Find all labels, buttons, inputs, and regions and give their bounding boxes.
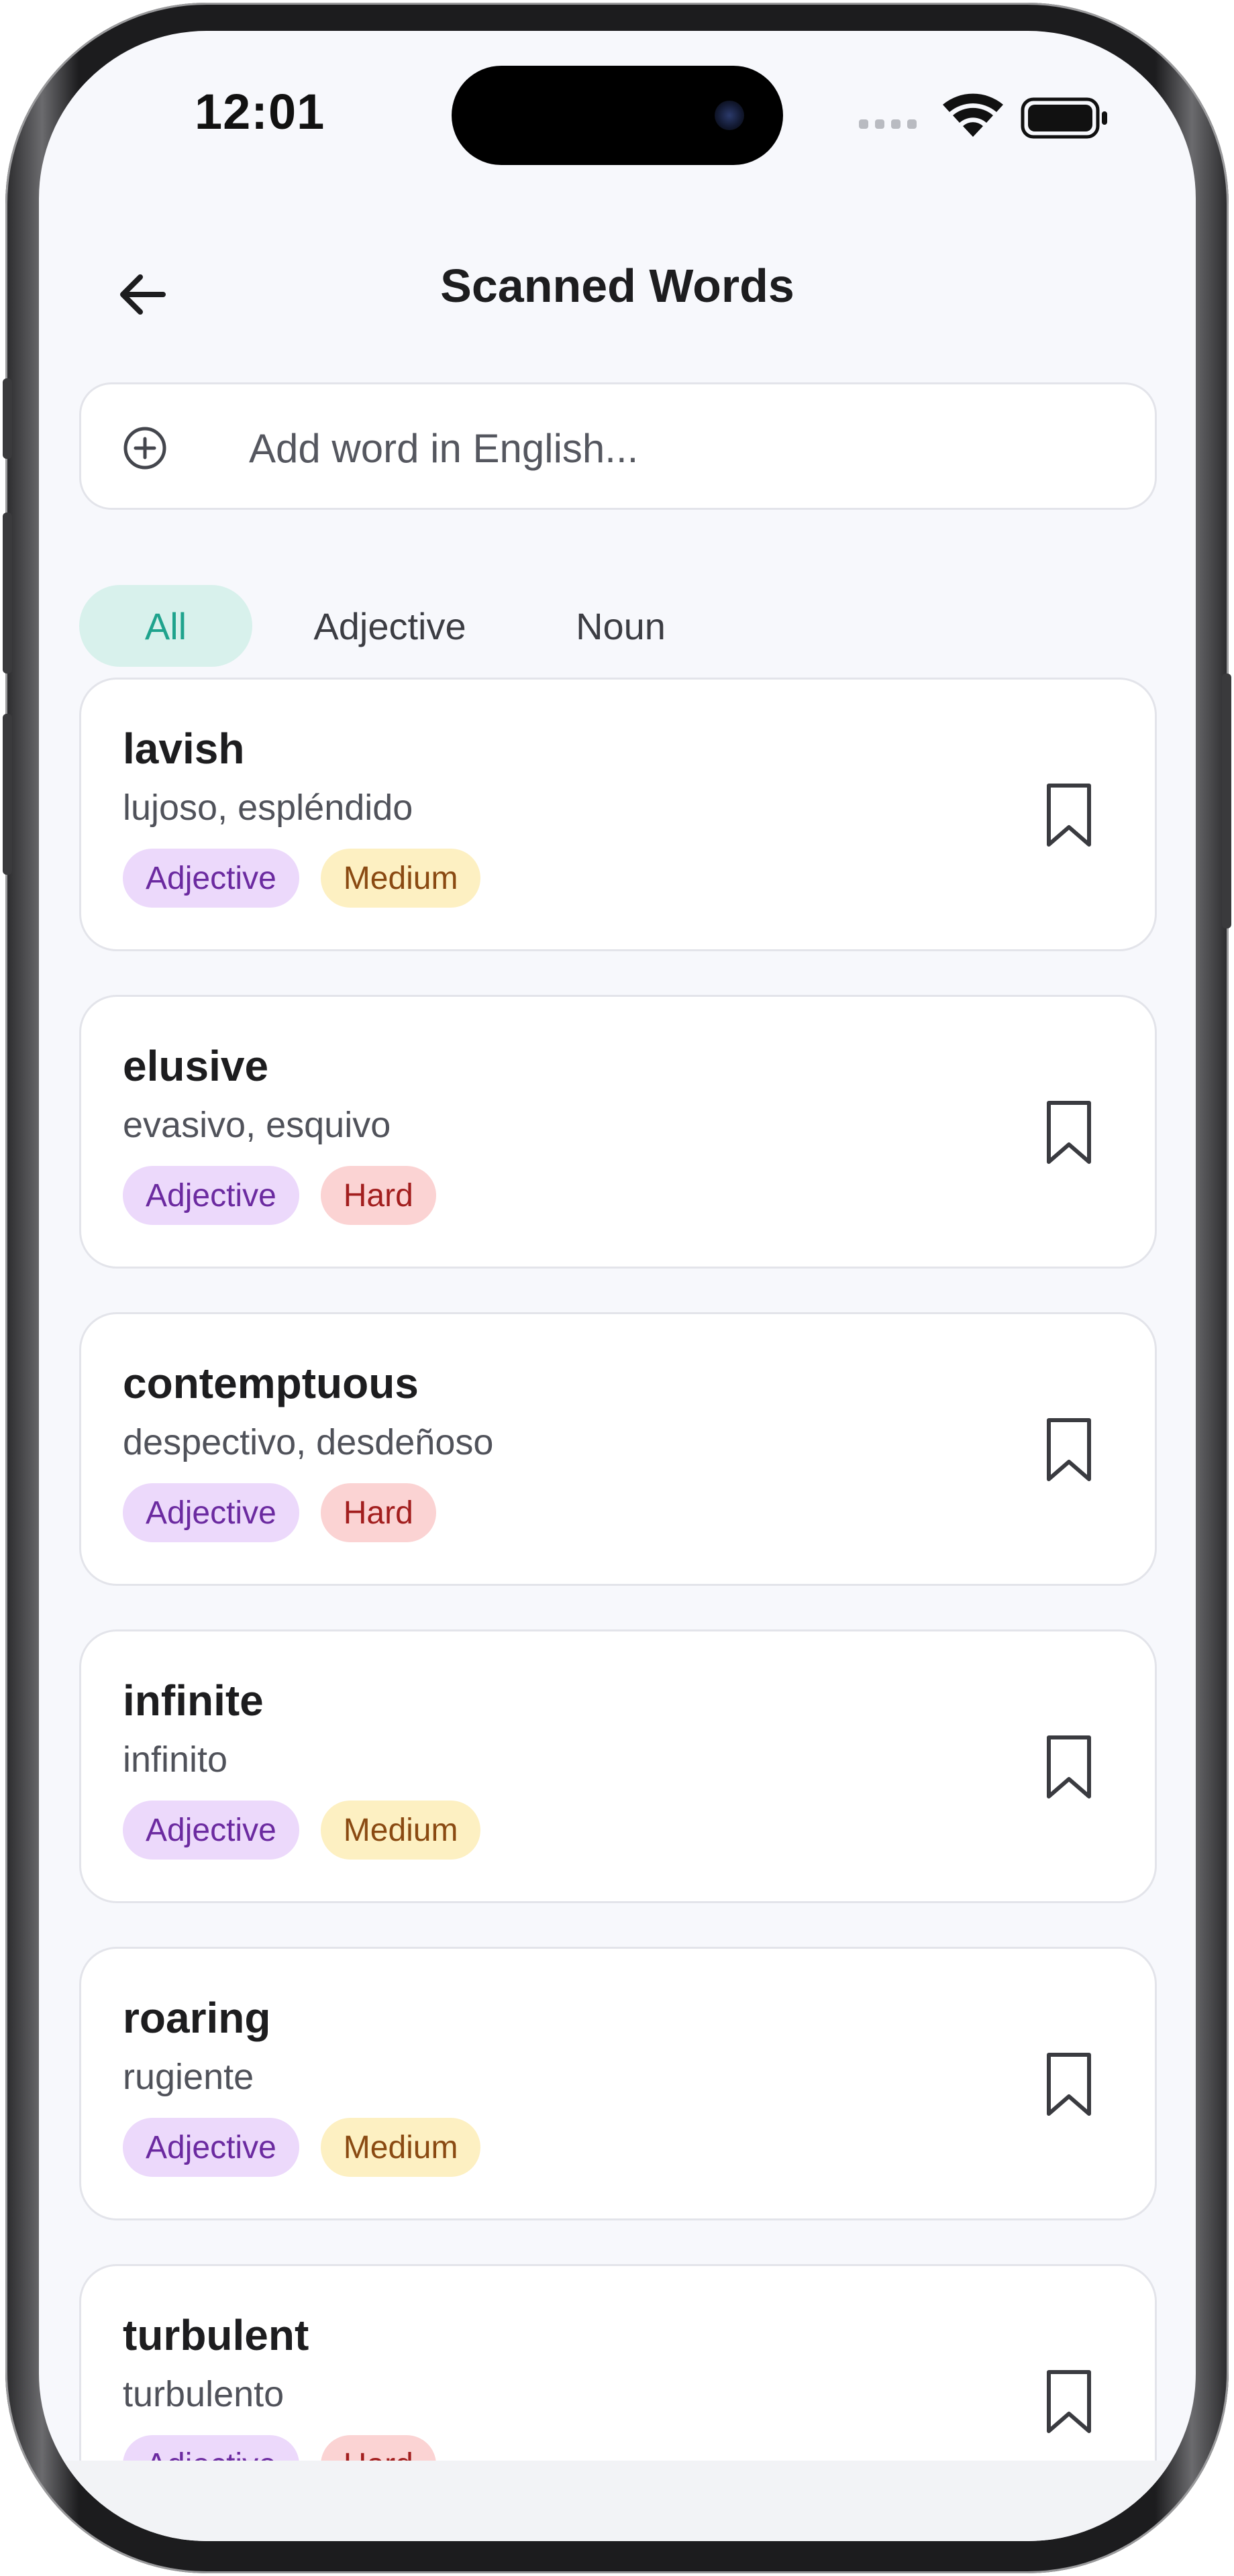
status-icons-svg [859,93,1107,139]
filter-chip-adjective[interactable]: Adjective [272,585,507,667]
word-translation: lujoso, espléndido [123,788,413,828]
filter-chip-label: All [144,604,187,647]
word-translation: infinito [123,1739,228,1780]
part-of-speech-tag: Adjective [123,1801,299,1860]
part-of-speech-tag: Adjective [123,1166,299,1225]
page-title: Scanned Words [440,260,794,312]
bookmark-icon[interactable] [1042,1415,1096,1485]
part-of-speech-tag: Adjective [123,849,299,908]
filter-chip-all[interactable]: All [79,585,252,667]
add-word-placeholder: Add word in English... [249,426,639,471]
screen-bottom-area [39,2461,1196,2541]
word-translation: despectivo, desdeñoso [123,1422,494,1462]
bookmark-icon[interactable] [1042,1097,1096,1167]
word-card[interactable]: elusive evasivo, esquivo Adjective Hard [79,995,1157,1269]
word-text: contemptuous [123,1359,419,1407]
word-text: infinite [123,1676,264,1725]
app-screen: 12:01 Scanned Words Add word in English.… [39,31,1196,2541]
status-time: 12:01 [195,84,325,140]
part-of-speech-tag: Adjective [123,2118,299,2177]
wifi-icon [943,93,1003,137]
bookmark-icon[interactable] [1042,2367,1096,2436]
device-power-button [1222,674,1231,928]
word-tags: Adjective Hard [123,1483,436,1542]
difficulty-tag: Medium [320,849,481,908]
word-card[interactable]: roaring rugiente Adjective Medium [79,1947,1157,2220]
part-of-speech-tag: Adjective [123,1483,299,1542]
cellular-signal-icon [859,119,917,129]
word-tags: Adjective Medium [123,849,481,908]
difficulty-tag: Medium [320,1801,481,1860]
filter-chip-noun[interactable]: Noun [527,585,714,667]
word-text: lavish [123,724,245,773]
word-tags: Adjective Hard [123,1166,436,1225]
word-text: elusive [123,1042,269,1090]
filter-chip-label: Adjective [313,604,466,647]
difficulty-tag: Medium [320,2118,481,2177]
word-translation: evasivo, esquivo [123,1105,391,1145]
dynamic-island [452,66,783,165]
plus-circle-icon [123,427,166,470]
word-text: roaring [123,1994,271,2042]
word-translation: turbulento [123,2374,285,2414]
word-card[interactable]: contemptuous despectivo, desdeñoso Adjec… [79,1312,1157,1586]
device-volume-down-button [3,714,12,875]
status-icons [859,90,1114,144]
bookmark-icon[interactable] [1042,1732,1096,1802]
add-word-input[interactable]: Add word in English... [79,382,1157,510]
word-translation: rugiente [123,2057,254,2097]
filter-chip-label: Noun [576,604,666,647]
word-card[interactable]: infinite infinito Adjective Medium [79,1629,1157,1903]
difficulty-tag: Hard [320,1166,436,1225]
word-tags: Adjective Medium [123,1801,481,1860]
bookmark-icon[interactable] [1042,780,1096,850]
word-text: turbulent [123,2311,309,2359]
front-camera [715,101,744,130]
bookmark-icon[interactable] [1042,2049,1096,2119]
difficulty-tag: Hard [320,1483,436,1542]
battery-icon [1021,97,1107,139]
device-action-button [3,378,12,459]
word-card[interactable]: lavish lujoso, espléndido Adjective Medi… [79,678,1157,951]
word-tags: Adjective Medium [123,2118,481,2177]
device-volume-up-button [3,513,12,674]
